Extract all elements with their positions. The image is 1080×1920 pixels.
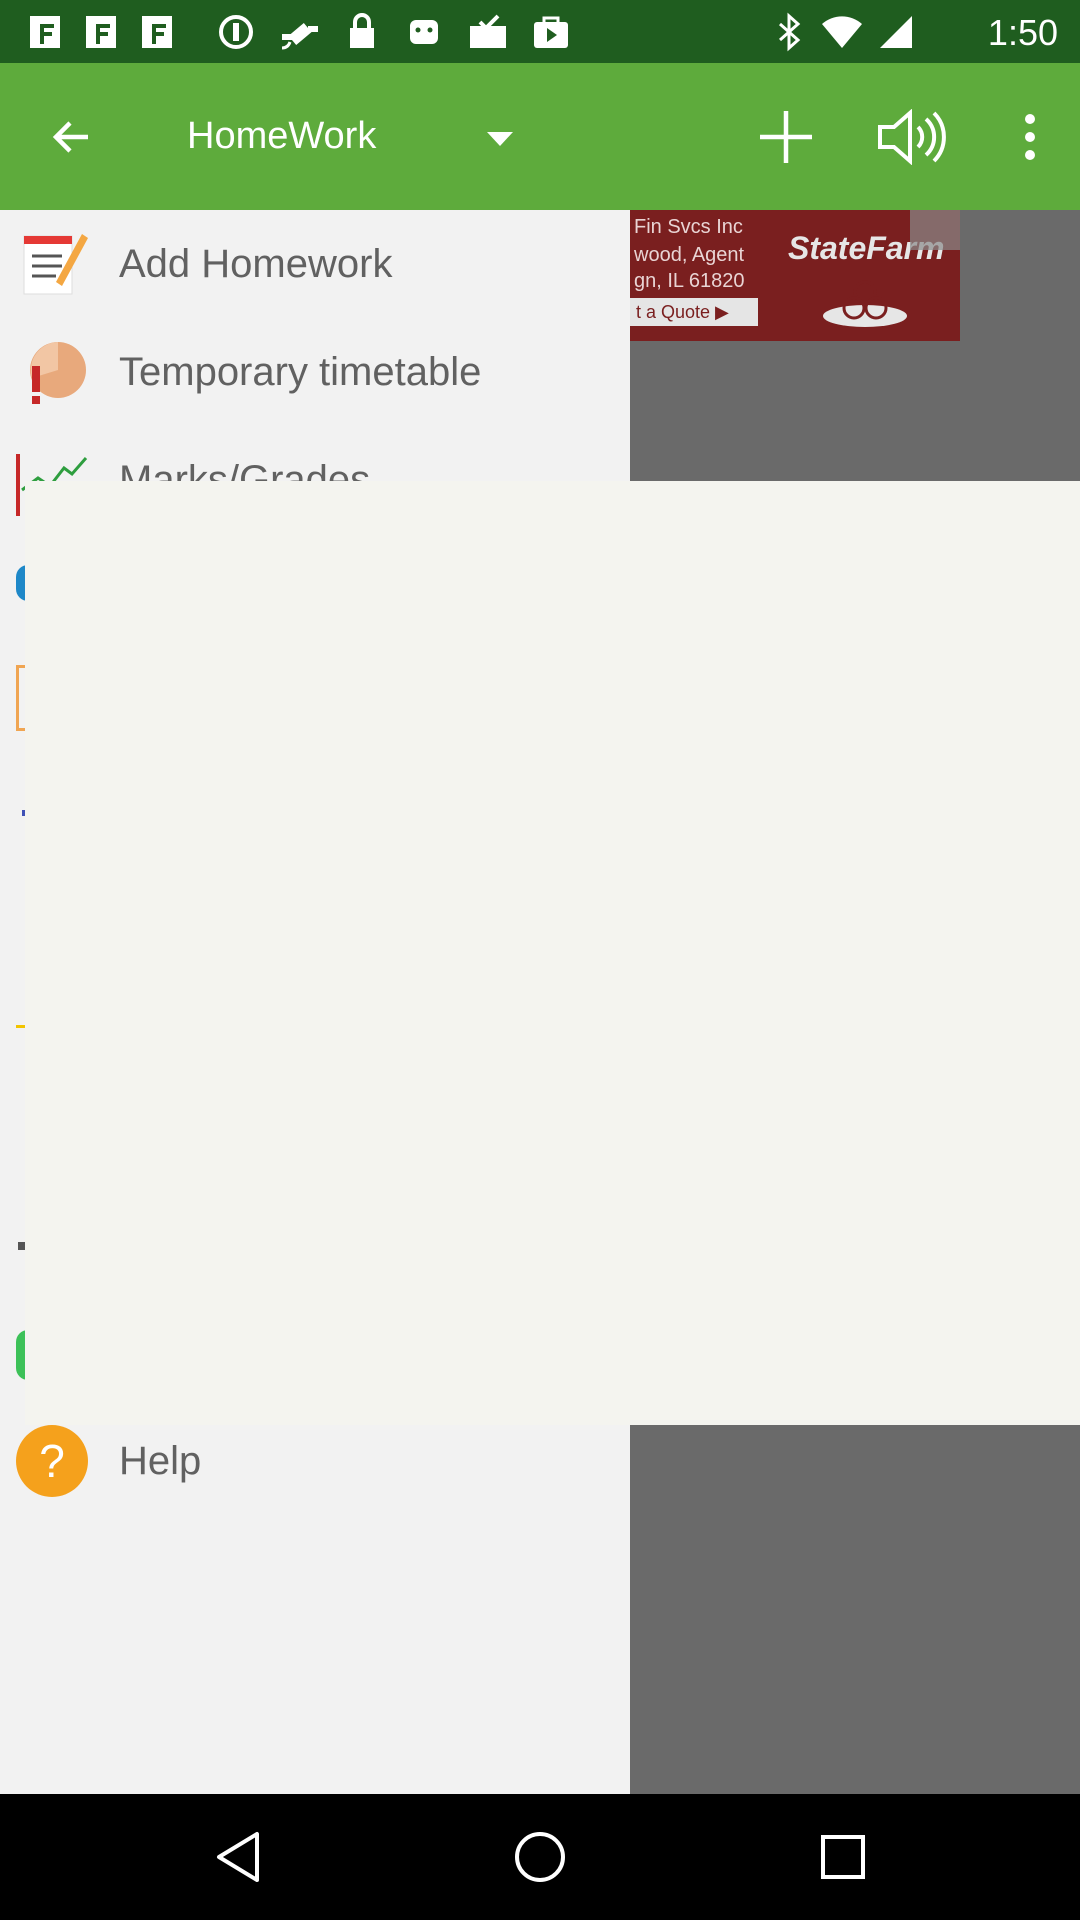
bluetooth-icon <box>779 12 801 52</box>
f-icon <box>142 16 172 48</box>
mail-check-icon <box>470 14 506 48</box>
ad-cta[interactable]: t a Quote ▶ <box>630 298 758 326</box>
volume-icon <box>878 108 946 165</box>
signal-icon <box>880 16 912 48</box>
add-button[interactable] <box>742 63 830 210</box>
fake-gps-icon <box>281 22 318 50</box>
title-dropdown[interactable] <box>480 118 520 158</box>
app-bar: HomeWork <box>0 63 1080 210</box>
overlay-panel[interactable] <box>25 481 1080 1425</box>
menu-item-temporary-timetable[interactable]: Temporary timetable <box>0 318 630 426</box>
app-title[interactable]: HomeWork <box>187 115 376 158</box>
triangle-back-icon <box>217 1832 259 1882</box>
menu-item-label: Temporary timetable <box>119 350 482 394</box>
system-nav-bar <box>0 1794 1080 1920</box>
help-circle-icon: ? <box>16 1425 88 1497</box>
square-recents-icon <box>821 1835 865 1879</box>
back-button[interactable] <box>30 63 114 210</box>
menu-item-label: Help <box>119 1439 202 1483</box>
play-store-icon <box>534 16 568 48</box>
plus-icon <box>760 110 812 163</box>
speaker-button[interactable] <box>868 63 956 210</box>
ad-line-3: gn, IL 61820 <box>634 270 745 292</box>
f-icon <box>86 16 116 48</box>
f-icon <box>30 16 60 48</box>
statefarm-logo-icon <box>823 280 907 327</box>
arrow-left-icon <box>52 120 88 153</box>
circle-home-icon <box>515 1832 565 1882</box>
ad-choices-icon[interactable] <box>910 210 960 250</box>
svg-text:?: ? <box>39 1435 65 1487</box>
menu-item-add-homework[interactable]: Add Homework <box>0 210 630 318</box>
status-time: 1:50 <box>987 12 1058 53</box>
data-saver-icon <box>219 15 253 49</box>
pie-exclamation-icon <box>30 342 86 404</box>
ad-line-2: wood, Agent <box>634 244 745 266</box>
notepad-pencil-icon <box>23 234 88 295</box>
android-icon <box>410 20 438 44</box>
ad-banner[interactable]: Fin Svcs Inc wood, Agent gn, IL 61820 St… <box>630 210 960 341</box>
ad-line-1: Fin Svcs Inc <box>634 216 743 238</box>
lock-icon <box>350 13 374 48</box>
status-bar: 1:50 <box>0 0 1080 63</box>
nav-recents-button[interactable] <box>753 1794 933 1920</box>
nav-home-button[interactable] <box>450 1794 630 1920</box>
nav-back-button[interactable] <box>148 1794 328 1920</box>
menu-item-label: Add Homework <box>119 242 393 286</box>
caret-down-icon <box>487 132 513 146</box>
more-vert-icon <box>1025 113 1035 160</box>
overflow-menu-button[interactable] <box>1000 63 1060 210</box>
wifi-icon <box>822 16 862 48</box>
